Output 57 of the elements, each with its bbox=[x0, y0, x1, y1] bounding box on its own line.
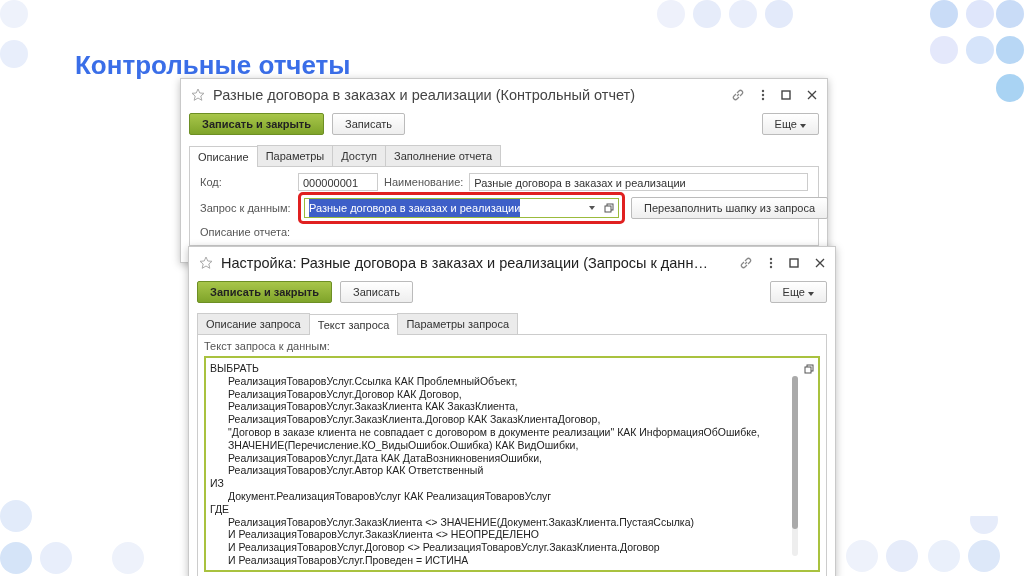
more-button[interactable]: Еще bbox=[761, 113, 819, 135]
link-icon[interactable] bbox=[739, 256, 753, 270]
name-field[interactable]: Разные договора в заказах и реализации bbox=[469, 173, 808, 191]
code-field[interactable]: 000000001 bbox=[298, 173, 378, 191]
code-line: ИЗ bbox=[210, 477, 225, 490]
query-text-editor[interactable] bbox=[204, 356, 820, 572]
more-icon[interactable] bbox=[769, 257, 773, 269]
save-button[interactable]: Записать и закрыть bbox=[197, 281, 333, 303]
tab[interactable]: Текст запроса bbox=[308, 314, 399, 335]
star-icon[interactable] bbox=[199, 256, 213, 270]
maximize-icon[interactable] bbox=[789, 258, 799, 268]
close-icon[interactable] bbox=[807, 90, 817, 100]
code-line: Документ.РеализацияТоваровУслуг КАК РеализацияТоваровУслуг bbox=[227, 489, 553, 503]
code-line: РеализацияТоваровУслуг.Договор КАК Договор, bbox=[227, 387, 463, 401]
refill-button[interactable]: Перезаполнить шапку из запроса bbox=[631, 197, 829, 219]
code-line: ВЫБРАТЬ bbox=[210, 362, 260, 375]
code-line: РеализацияТоваровУслуг.ЗаказКлиента КАК ЗаказКлиента, bbox=[227, 400, 520, 414]
tab[interactable]: Описание bbox=[189, 146, 258, 167]
maximize-icon[interactable] bbox=[781, 90, 791, 100]
code-line: РеализацияТоваровУслуг.Дата КАК ДатаВозникновенияОшибки, bbox=[227, 451, 543, 465]
tab[interactable]: Заполнение отчета bbox=[385, 145, 502, 166]
description-label: Описание отчета: bbox=[200, 225, 292, 239]
tab[interactable]: Доступ bbox=[332, 145, 387, 166]
close-icon[interactable] bbox=[815, 258, 825, 268]
slide-title: Контрольные отчеты bbox=[75, 50, 351, 81]
scrollbar[interactable] bbox=[792, 376, 798, 556]
code-line: И РеализацияТоваровУслуг.Проведен = ИСТИНА bbox=[227, 553, 470, 567]
tab[interactable]: Параметры bbox=[256, 145, 334, 166]
code-line: ГДЕ bbox=[210, 502, 231, 516]
caret-icon bbox=[800, 124, 806, 128]
name-label: Наименование: bbox=[384, 175, 464, 189]
code-line: РеализацияТоваровУслуг.Ссылка КАК ПроблемныйОбъект, bbox=[227, 374, 519, 388]
query-label: Запрос к данным: bbox=[200, 201, 292, 215]
code-line: "Договор в заказе клиента не совпадает с договором в документе реализации" КАК ИнформацияОбОшибке, bbox=[227, 426, 761, 439]
query-text-label: Текст запроса к данным: bbox=[204, 339, 331, 353]
more-icon[interactable] bbox=[761, 89, 765, 101]
open-window-icon[interactable] bbox=[804, 364, 814, 374]
window-title: Настройка: Разные договора в заказах и реализации (Запросы к данн… bbox=[221, 255, 709, 271]
more-button[interactable]: Еще bbox=[769, 281, 827, 303]
query-dropdown[interactable]: Разные договора в заказах и реализации bbox=[304, 198, 619, 218]
code-line: РеализацияТоваровУслуг.ЗаказКлиента.Договор КАК ЗаказКлиентаДоговор, bbox=[227, 413, 602, 426]
code-label: Код: bbox=[200, 175, 223, 189]
code-line: РеализацияТоваровУслуг.ЗаказКлиента <> ЗНАЧЕНИЕ(Документ.ЗаказКлиента.ПустаяСсылка) bbox=[227, 515, 696, 529]
window-title: Разные договора в заказах и реализации (Контрольный отчет) bbox=[213, 87, 637, 103]
code-line: И РеализацияТоваровУслуг.ЗаказКлиента <> НЕОПРЕДЕЛЕНО bbox=[227, 528, 540, 542]
tab[interactable]: Описание запроса bbox=[197, 313, 310, 334]
tab[interactable]: Параметры запроса bbox=[397, 313, 519, 334]
link-icon[interactable] bbox=[731, 88, 745, 102]
star-icon[interactable] bbox=[191, 88, 205, 102]
save-button[interactable]: Записать и закрыть bbox=[189, 113, 325, 135]
save-button[interactable]: Записать bbox=[340, 281, 414, 303]
save-button[interactable]: Записать bbox=[332, 113, 406, 135]
code-line: РеализацияТоваровУслуг.Автор КАК Ответственный bbox=[227, 464, 485, 478]
caret-icon bbox=[808, 292, 814, 296]
open-window-icon[interactable] bbox=[604, 203, 614, 213]
code-line: ЗНАЧЕНИЕ(Перечисление.КО_ВидыОшибок.Ошибка) КАК ВидОшибки, bbox=[227, 438, 580, 452]
code-line: И РеализацияТоваровУслуг.Договор <> РеализацияТоваровУслуг.ЗаказКлиента.Договор bbox=[227, 541, 661, 554]
